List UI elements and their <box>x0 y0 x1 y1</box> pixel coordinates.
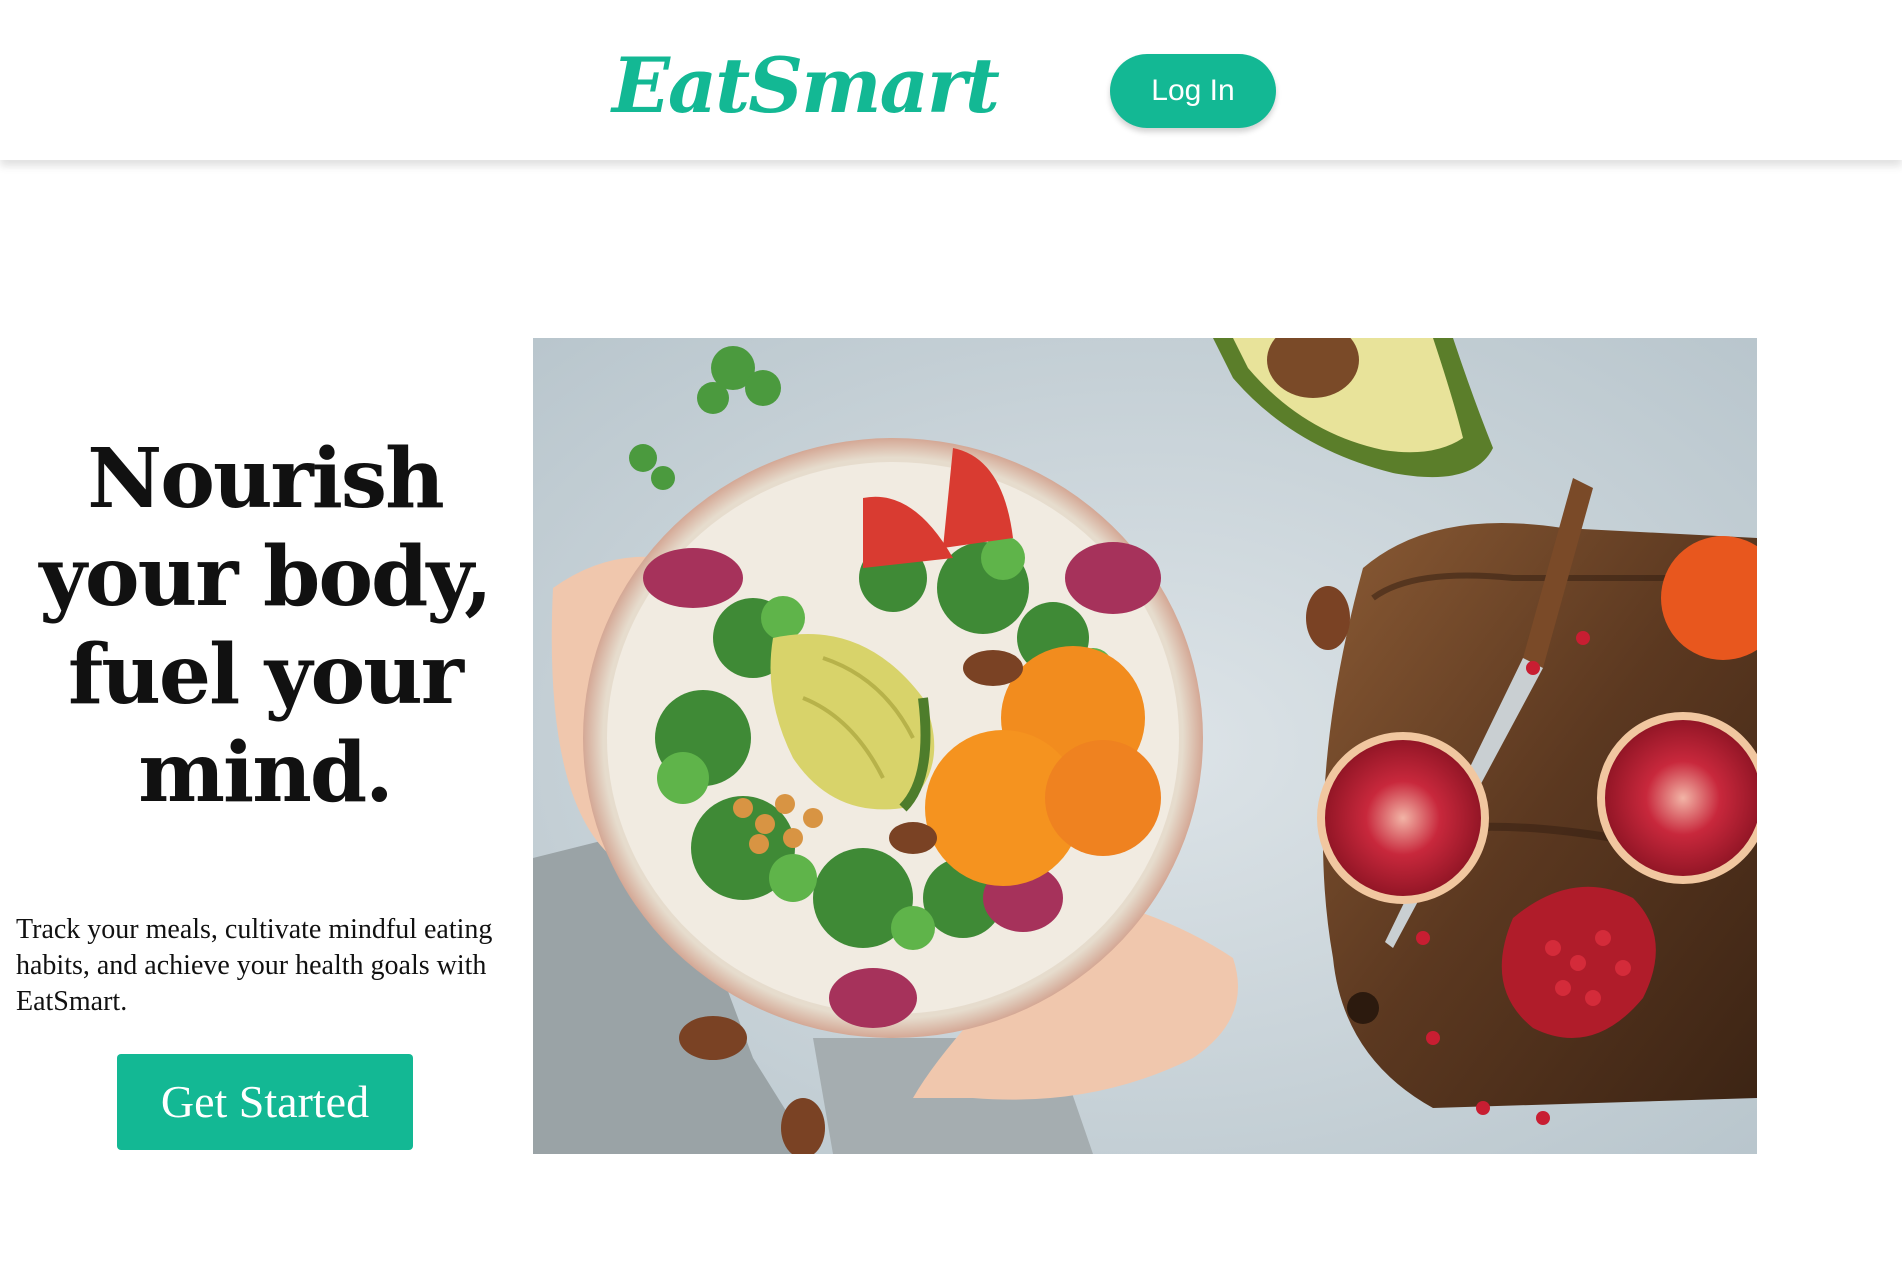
hero-food-image <box>533 338 1757 1154</box>
hero-title: Nourish your body, fuel your mind. <box>39 431 492 821</box>
login-button[interactable]: Log In <box>1110 54 1276 128</box>
brand-logo[interactable]: EatSmart <box>612 40 1076 132</box>
food-bowl-illustration <box>533 338 1757 1154</box>
get-started-button[interactable]: Get Started <box>117 1054 413 1150</box>
site-header: EatSmart Log In <box>0 0 1902 160</box>
hero-subtitle: Track your meals, cultivate mindful eati… <box>16 914 493 1017</box>
